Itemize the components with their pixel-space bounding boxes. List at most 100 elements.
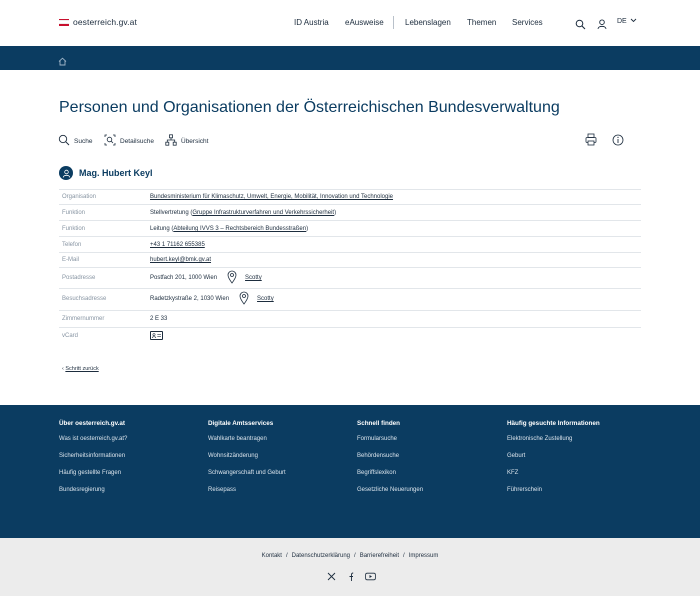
detail-label: Organisation: [62, 194, 97, 200]
separator: /: [403, 553, 405, 559]
back-link[interactable]: ‹ Schritt zurück: [62, 366, 99, 372]
email-link[interactable]: hubert.keyl@bmk.gv.at: [150, 257, 211, 263]
detail-label: Zimmernummer: [62, 316, 105, 322]
search-tool[interactable]: Suche: [58, 134, 92, 148]
nav-item-lebenslagen[interactable]: Lebenslagen: [405, 18, 451, 27]
legal-link-privacy[interactable]: Datenschutzerklärung: [292, 553, 350, 559]
visitor-address-text: Radetzkystraße 2, 1030 Wien: [150, 296, 230, 302]
detail-row-phone: Telefon +43 1 71162 655385: [59, 236, 641, 252]
legal-link-contact[interactable]: Kontakt: [262, 553, 282, 559]
footer-link[interactable]: Behördensuche: [357, 453, 423, 470]
user-icon[interactable]: [597, 17, 607, 35]
map-pin-icon[interactable]: [239, 291, 249, 307]
overview-tool[interactable]: Übersicht: [165, 134, 208, 148]
footer-link[interactable]: Führerschein: [507, 487, 600, 504]
x-icon[interactable]: [327, 568, 336, 586]
function-prefix: Leitung (: [150, 226, 174, 232]
function-suffix: ): [334, 210, 337, 216]
facebook-icon[interactable]: [347, 568, 354, 586]
chevron-down-icon: [630, 18, 637, 25]
function-link-group[interactable]: Gruppe Infrastrukturverfahren und Verkeh…: [192, 210, 334, 216]
nav-item-themen[interactable]: Themen: [467, 18, 496, 27]
organisation-link[interactable]: Bundesministerium für Klimaschutz, Umwel…: [150, 194, 393, 200]
footer-link[interactable]: Formularsuche: [357, 436, 423, 453]
detail-row-room: Zimmernummer 2 E 33: [59, 310, 641, 327]
function-prefix: Stellvertretung (: [150, 210, 193, 216]
detail-label: Telefon: [62, 242, 82, 248]
vcard-icon: [150, 331, 163, 340]
footer-column-services: Digitale Amtsservices Wahlkarte beantrag…: [208, 420, 286, 504]
detail-label: vCard: [62, 333, 79, 339]
phone-link[interactable]: +43 1 71162 655385: [150, 242, 205, 248]
detail-row-email: E-Mail hubert.keyl@bmk.gv.at: [59, 252, 641, 267]
detail-label: Funktion: [62, 210, 86, 216]
separator: /: [285, 553, 288, 559]
nav-separator: [393, 16, 394, 29]
site-header: oesterreich.gv.at ID Austria eAusweise L…: [0, 0, 700, 46]
detail-label: Besuchsadresse: [62, 296, 107, 302]
footer-link[interactable]: Elektronische Zustellung: [507, 436, 600, 453]
search-tool-label: Suche: [74, 137, 93, 145]
austria-flag-icon: [59, 18, 69, 26]
person-icon: [59, 166, 73, 180]
home-icon[interactable]: [58, 53, 67, 71]
footer-link[interactable]: Begriffslexikon: [357, 470, 423, 487]
footer-link[interactable]: Gesetzliche Neuerungen: [357, 487, 423, 504]
footer-heading: Über oesterreich.gv.at: [59, 420, 126, 427]
nav-item-eausweise[interactable]: eAusweise: [345, 18, 384, 27]
postal-address-text: Postfach 201, 1000 Wien: [150, 275, 218, 281]
separator: /: [354, 553, 356, 559]
overview-label: Übersicht: [181, 137, 209, 145]
detail-search-tool[interactable]: Detailsuche: [104, 134, 154, 148]
function-suffix: ): [306, 226, 309, 232]
footer-column-quick-find: Schnell finden Formularsuche Behördensuc…: [357, 420, 423, 504]
footer-heading: Digitale Amtsservices: [208, 420, 274, 427]
detail-row-function-2: Funktion Leitung (Abteilung IVVS 3 – Rec…: [59, 220, 641, 236]
function-link-department[interactable]: Abteilung IVVS 3 – Rechtsbereich Bundess…: [173, 226, 306, 232]
legal-link-accessibility[interactable]: Barrierefreiheit: [360, 553, 399, 559]
footer-heading: Häufig gesuchte Informationen: [507, 420, 600, 427]
detail-label: E-Mail: [62, 257, 80, 263]
search-icon[interactable]: [575, 17, 586, 35]
footer-link[interactable]: KFZ: [507, 470, 600, 487]
legal-link-imprint[interactable]: Impressum: [409, 553, 439, 559]
page-title: Personen und Organisationen der Österrei…: [59, 99, 560, 116]
detail-value: Stellvertretung (Gruppe Infrastrukturver…: [150, 210, 336, 216]
scotty-link[interactable]: Scotty: [245, 275, 262, 281]
print-icon[interactable]: [585, 133, 597, 151]
youtube-icon[interactable]: [365, 568, 376, 586]
detail-value: Radetzkystraße 2, 1030 Wien Scotty: [150, 291, 274, 307]
nav-item-services[interactable]: Services: [512, 18, 543, 27]
footer-link[interactable]: Häufig gestellte Fragen: [59, 470, 127, 487]
vcard-button[interactable]: [150, 331, 163, 340]
scotty-link[interactable]: Scotty: [257, 296, 274, 302]
detail-label: Funktion: [62, 226, 86, 232]
hierarchy-icon: [165, 134, 177, 148]
footer-link[interactable]: Reisepass: [208, 487, 286, 504]
footer-link[interactable]: Sicherheitsinformationen: [59, 453, 127, 470]
footer-link[interactable]: Wahlkarte beantragen: [208, 436, 286, 453]
footer-column-popular: Häufig gesuchte Informationen Elektronis…: [507, 420, 600, 504]
room-number: 2 E 33: [150, 316, 168, 322]
footer-column-about: Über oesterreich.gv.at Was ist oesterrei…: [59, 420, 127, 504]
detail-row-function: Funktion Stellvertretung (Gruppe Infrast…: [59, 204, 641, 220]
social-links: [327, 568, 376, 586]
map-pin-icon[interactable]: [227, 270, 237, 286]
detail-row-postal-address: Postadresse Postfach 201, 1000 Wien Scot…: [59, 267, 641, 288]
language-select[interactable]: DE: [617, 18, 637, 25]
detail-search-label: Detailsuche: [120, 137, 154, 145]
detail-row-vcard: vCard: [59, 327, 641, 345]
footer-link[interactable]: Wohnsitzänderung: [208, 453, 286, 470]
person-heading: Mag. Hubert Keyl: [59, 166, 153, 180]
detail-value: Postfach 201, 1000 Wien Scotty: [150, 270, 262, 286]
breadcrumb-bar: [0, 46, 700, 70]
nav-item-id-austria[interactable]: ID Austria: [294, 18, 329, 27]
info-icon[interactable]: [612, 133, 624, 151]
site-logo[interactable]: oesterreich.gv.at: [59, 17, 137, 27]
footer-link[interactable]: Bundesregierung: [59, 487, 127, 504]
footer-link[interactable]: Schwangerschaft und Geburt: [208, 470, 286, 487]
site-footer: Über oesterreich.gv.at Was ist oesterrei…: [0, 405, 700, 538]
legal-links: Kontakt / Datenschutzerklärung / Barrierefre…: [0, 553, 700, 559]
footer-link[interactable]: Geburt: [507, 453, 600, 470]
footer-link[interactable]: Was ist oesterreich.gv.at?: [59, 436, 127, 453]
